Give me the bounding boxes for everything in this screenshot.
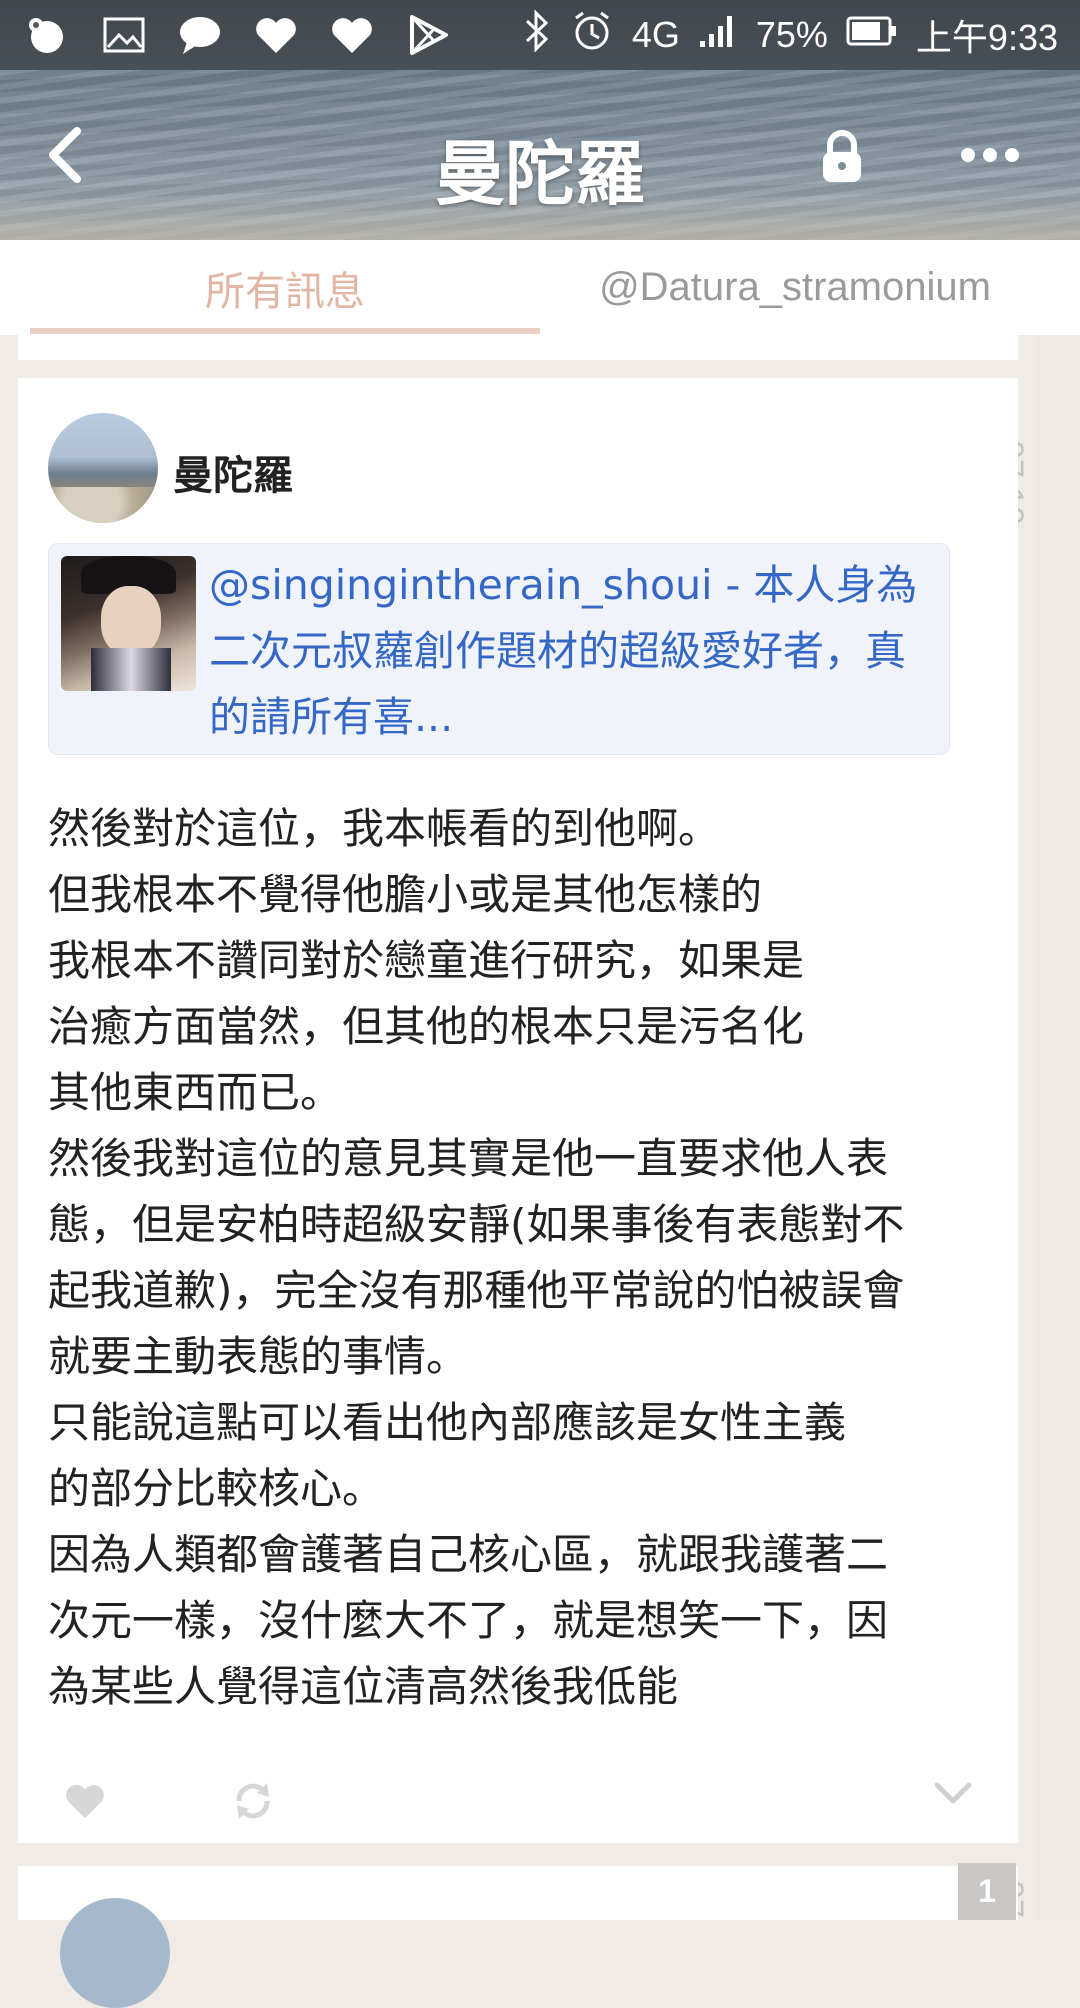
more-dots-icon — [961, 148, 1019, 162]
post-card[interactable]: 曼陀羅 @singingintherain_shoui - 本人身為二次元叔蘿創… — [18, 378, 1018, 1843]
quoted-post[interactable]: @singingintherain_shoui - 本人身為二次元叔蘿創作題材的… — [48, 543, 950, 755]
tab-all-messages[interactable]: 所有訊息 — [30, 240, 540, 335]
chevron-down-icon — [934, 1782, 972, 1804]
page-title: 曼陀羅 — [435, 133, 645, 215]
tab-user-mentions[interactable]: @Datura_stramonium — [560, 240, 1030, 335]
next-post-avatar[interactable] — [60, 1898, 170, 2008]
signal-icon — [698, 13, 738, 58]
battery-icon — [846, 14, 898, 56]
lock-button[interactable] — [812, 122, 872, 192]
next-post-card[interactable] — [18, 1866, 1018, 2008]
thumbnail-face — [101, 586, 161, 656]
clock: 上午9:33 — [915, 17, 1058, 58]
title-bar: 曼陀羅 — [0, 70, 1080, 240]
tab-bar: 所有訊息 @Datura_stramonium — [0, 240, 1080, 335]
lock-icon — [823, 130, 861, 182]
more-options-button[interactable] — [955, 125, 1025, 185]
system-status: 4G 75% 上午9:33 — [522, 0, 1058, 70]
alarm-icon — [570, 9, 614, 62]
heart-icon — [66, 1785, 104, 1819]
bird-app-icon — [24, 11, 72, 59]
previous-post-card — [18, 335, 1018, 360]
play-store-icon — [404, 11, 452, 59]
quoted-post-text[interactable]: @singingintherain_shoui - 本人身為二次元叔蘿創作題材的… — [209, 552, 939, 750]
notification-icons — [24, 0, 452, 70]
gallery-icon — [100, 11, 148, 59]
chat-bubble-icon — [176, 11, 224, 59]
battery-percent: 75% — [755, 14, 828, 55]
avatar[interactable] — [48, 413, 158, 523]
heart-notification-icon — [252, 11, 300, 59]
timeline-strip — [1035, 335, 1080, 1920]
thumbnail-collar — [91, 648, 171, 691]
status-bar: 4G 75% 上午9:33 — [0, 0, 1080, 70]
post-body: 然後對於這位，我本帳看的到他啊。 但我根本不覺得他膽小或是其他怎樣的 我根本不讚… — [48, 804, 905, 1711]
post-author[interactable]: 曼陀羅 — [173, 443, 293, 501]
post-actions — [18, 1768, 1018, 1838]
unread-count-badge[interactable]: 1 — [958, 1863, 1016, 1920]
repost-icon — [236, 1783, 270, 1819]
bluetooth-icon — [522, 8, 552, 62]
avatar-shore — [48, 487, 158, 523]
active-tab-indicator — [30, 328, 540, 334]
network-type: 4G — [631, 14, 680, 55]
expand-button[interactable] — [923, 1768, 983, 1818]
header: 4G 75% 上午9:33 曼陀羅 — [0, 0, 1080, 240]
like-button[interactable] — [60, 1776, 110, 1826]
quoted-post-thumbnail — [61, 556, 196, 691]
repost-button[interactable] — [228, 1776, 278, 1826]
heart-notification-icon-2 — [328, 11, 376, 59]
